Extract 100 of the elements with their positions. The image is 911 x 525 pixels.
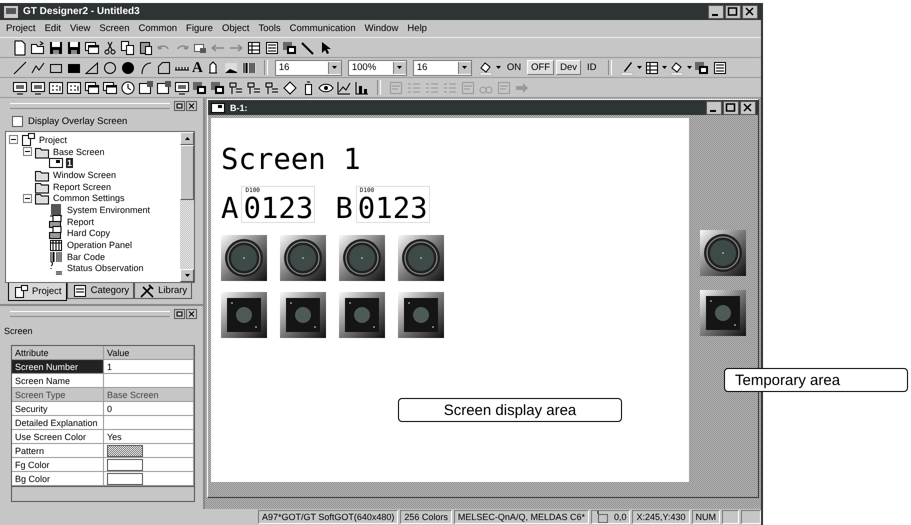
scroll-up-button[interactable]	[180, 132, 194, 145]
menu-item[interactable]: View	[70, 23, 90, 34]
pen-icon[interactable]	[618, 60, 634, 76]
restore-icon[interactable]	[174, 309, 185, 319]
toggle-button[interactable]: ON	[502, 60, 526, 75]
pencil-icon[interactable]	[300, 40, 316, 56]
checkbox-label[interactable]: Display Overlay Screen	[28, 116, 128, 127]
attribute-cell[interactable]: Bg Color	[12, 472, 104, 486]
close-icon[interactable]	[186, 309, 197, 319]
menu-item[interactable]: Common	[138, 23, 178, 34]
color-swatch[interactable]	[107, 458, 143, 470]
list-icon[interactable]	[264, 40, 280, 56]
triangle-icon[interactable]	[84, 60, 100, 76]
attribute-cell[interactable]: Detailed Explanation	[12, 416, 104, 430]
menu-item[interactable]: Communication	[290, 23, 356, 34]
layers-icon[interactable]	[694, 60, 710, 76]
value-cell[interactable]: 1	[104, 360, 194, 374]
collapse-icon[interactable]	[23, 194, 32, 203]
card-icon[interactable]	[156, 80, 172, 96]
circle-icon[interactable]	[102, 60, 118, 76]
floppy-icon[interactable]	[48, 40, 64, 56]
clipboard-icon[interactable]	[138, 40, 154, 56]
menu-item[interactable]: Window	[364, 23, 398, 34]
keypad-icon[interactable]	[48, 80, 64, 96]
value-cell[interactable]	[104, 444, 194, 458]
tree-item[interactable]: Report	[66, 216, 96, 227]
tree-item[interactable]: Operation Panel	[66, 240, 134, 250]
value-cell[interactable]	[104, 458, 194, 472]
menu-item[interactable]: Tools	[258, 23, 281, 34]
grid-icon[interactable]	[246, 40, 262, 56]
menu-item[interactable]: Project	[6, 23, 36, 34]
window-stack-icon[interactable]	[102, 80, 118, 96]
copy-icon[interactable]	[120, 40, 136, 56]
tree-item[interactable]: Bar Code	[66, 252, 106, 262]
checkbox[interactable]	[12, 116, 23, 127]
caret-icon[interactable]	[496, 66, 501, 69]
fill-bucket-icon[interactable]	[478, 60, 494, 76]
value-cell[interactable]	[104, 472, 194, 486]
grid-icon[interactable]	[644, 60, 660, 76]
list-icon[interactable]	[712, 60, 728, 76]
value-cell[interactable]	[104, 374, 194, 388]
line-chart-icon[interactable]	[336, 80, 352, 96]
caret-icon[interactable]	[686, 66, 692, 69]
attribute-cell[interactable]: Use Screen Color	[12, 430, 104, 444]
restore-icon[interactable]	[174, 101, 185, 111]
filled-circle-icon[interactable]	[120, 60, 136, 76]
menu-item[interactable]: Help	[407, 23, 427, 34]
maximize-icon[interactable]	[723, 100, 739, 114]
layers-icon[interactable]	[192, 80, 208, 96]
bar-chart-icon[interactable]	[354, 80, 370, 96]
tree-item[interactable]: 1	[66, 158, 74, 168]
tree-item[interactable]: System Environment	[66, 204, 152, 215]
pattern-swatch[interactable]	[107, 444, 143, 456]
tree-item[interactable]: Window Screen	[52, 170, 118, 180]
dropdown[interactable]: 16	[412, 60, 472, 76]
fill-bucket-icon[interactable]	[668, 60, 684, 76]
scroll-thumb[interactable]	[180, 145, 194, 200]
tree-item[interactable]: Project	[38, 134, 68, 145]
scissors-icon[interactable]	[102, 40, 118, 56]
monitor-icon[interactable]	[12, 80, 28, 96]
toggle-button[interactable]: ID	[583, 60, 600, 75]
panel-tab[interactable]: Library	[134, 283, 192, 299]
text-tool[interactable]: A	[192, 60, 203, 76]
floppy-icon[interactable]	[66, 40, 82, 56]
menu-item[interactable]: Screen	[99, 23, 130, 34]
toggle-button[interactable]: OFF	[527, 60, 554, 75]
tree-item[interactable]: Common Settings	[52, 193, 126, 204]
layers-icon[interactable]	[210, 80, 226, 96]
tree-item[interactable]: Hard Copy	[66, 228, 112, 238]
keypad-icon[interactable]	[66, 80, 82, 96]
value-cell[interactable]	[104, 416, 194, 430]
new-page-icon[interactable]	[12, 40, 28, 56]
attribute-cell[interactable]: Screen Name	[12, 374, 104, 388]
attribute-cell[interactable]: Security	[12, 402, 104, 416]
maximize-icon[interactable]	[725, 4, 741, 18]
window-stack-icon[interactable]	[84, 40, 100, 56]
clock-icon[interactable]	[120, 80, 136, 96]
line-icon[interactable]	[12, 60, 28, 76]
panel-tab[interactable]: Project	[8, 283, 67, 301]
value-cell[interactable]: Yes	[104, 430, 194, 444]
tree-item[interactable]: Base Screen	[52, 146, 106, 157]
dropdown[interactable]: 100%	[348, 60, 407, 76]
window-stack-icon[interactable]	[84, 80, 100, 96]
scroll-down-button[interactable]	[180, 269, 194, 282]
panel-tab[interactable]: Category	[66, 283, 134, 299]
diamond-icon[interactable]	[282, 80, 298, 96]
attribute-cell[interactable]: Fg Color	[12, 458, 104, 472]
close-icon[interactable]	[742, 4, 758, 18]
value-cell[interactable]: 0	[104, 402, 194, 416]
open-folder-icon[interactable]	[30, 40, 46, 56]
attribute-cell[interactable]: Screen Number	[12, 360, 104, 374]
caret-icon[interactable]	[662, 66, 666, 69]
monitor-icon[interactable]	[30, 80, 46, 96]
close-icon[interactable]	[186, 101, 197, 111]
dropdown[interactable]: 16	[274, 60, 342, 76]
attribute-cell[interactable]: Pattern	[12, 444, 104, 458]
layers-icon[interactable]	[282, 40, 298, 56]
tree-item[interactable]: Report Screen	[52, 182, 112, 192]
tree-item[interactable]: Status Observation	[66, 263, 145, 274]
menu-item[interactable]: Object	[222, 23, 250, 34]
